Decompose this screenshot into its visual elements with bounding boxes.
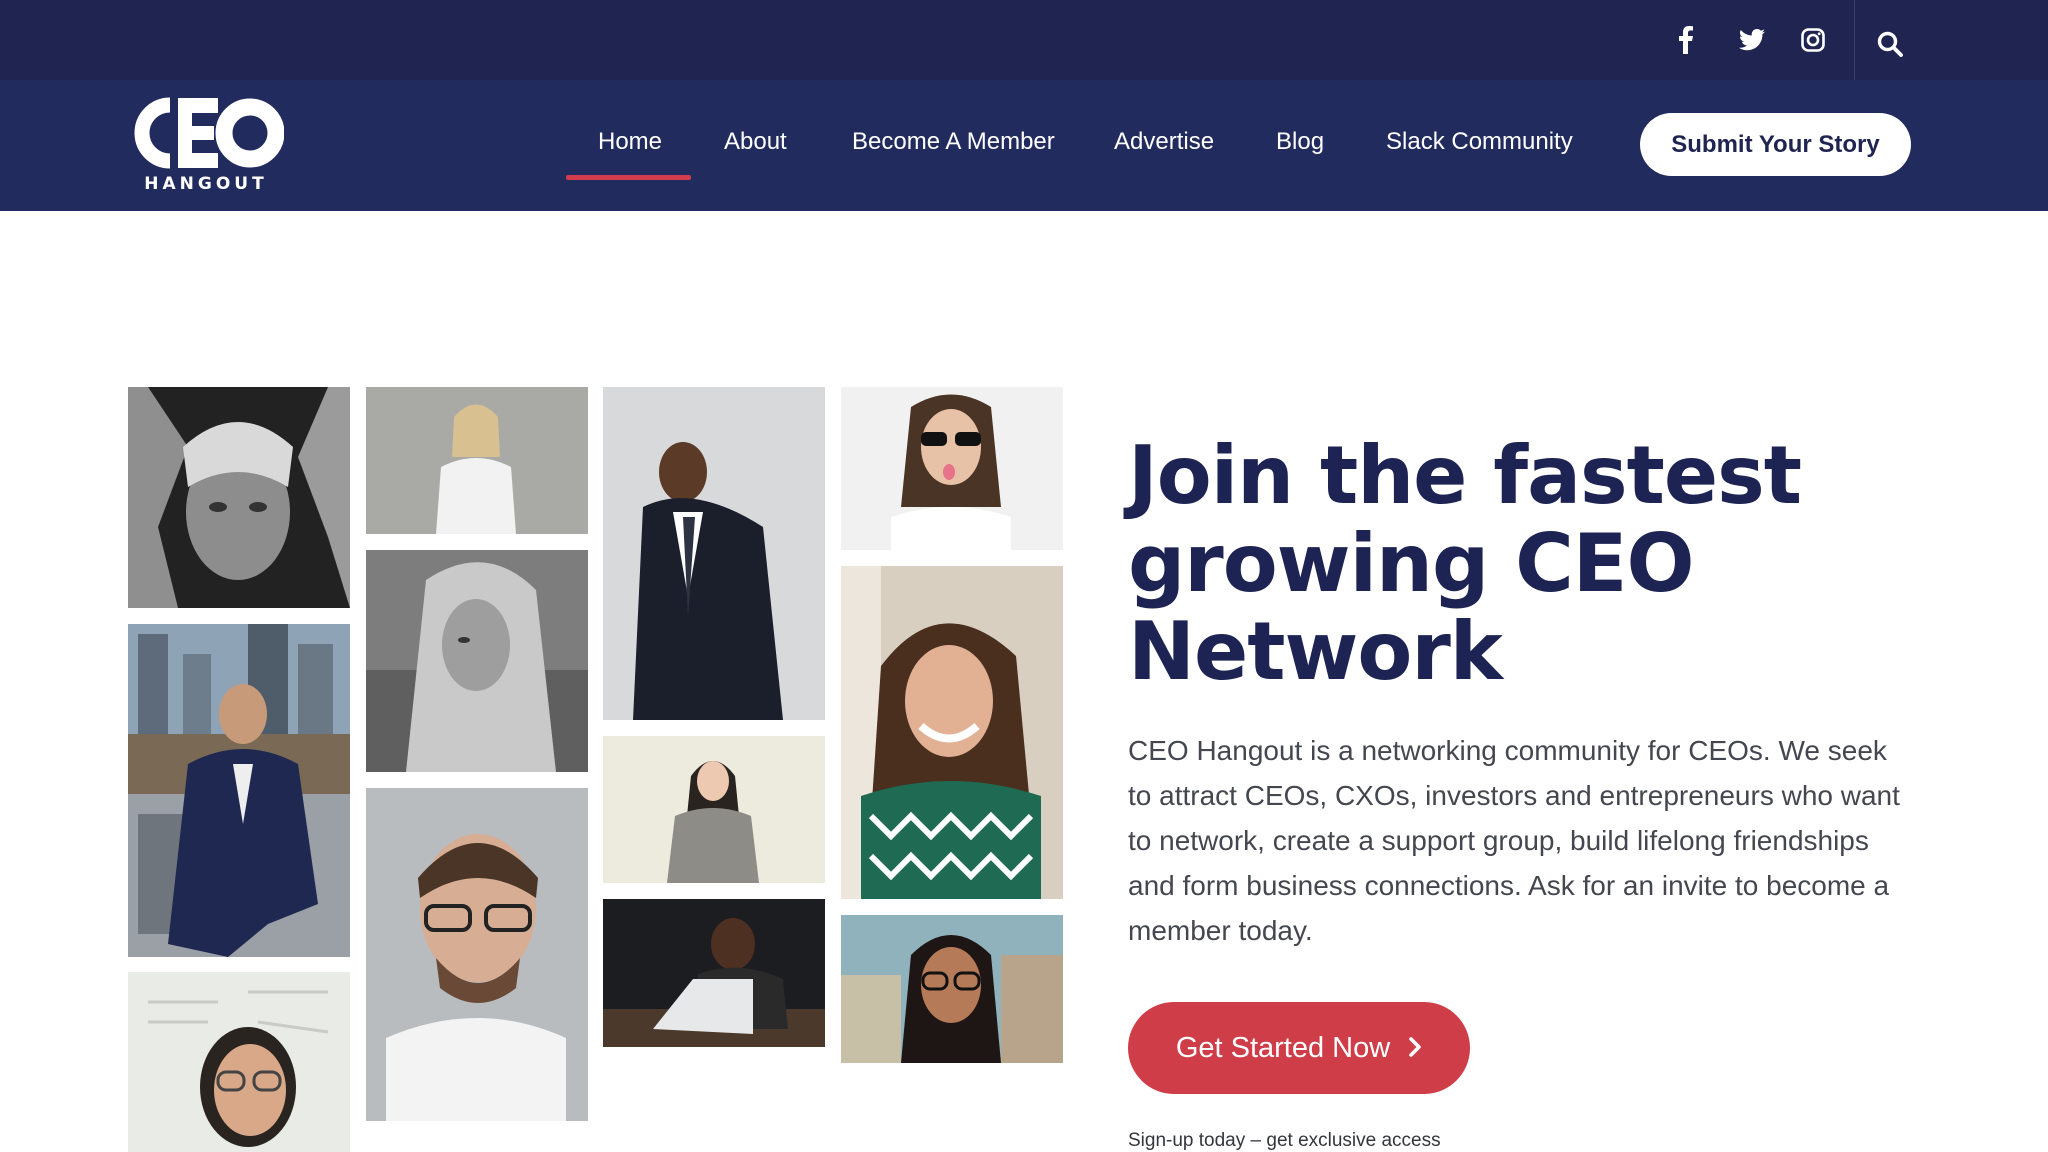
nav-slack-community[interactable]: Slack Community bbox=[1386, 122, 1573, 162]
nav-blog[interactable]: Blog bbox=[1276, 122, 1324, 162]
hero-headline: Join the fastest growing CEO Network bbox=[1128, 432, 1948, 696]
topbar-divider bbox=[1854, 0, 1855, 80]
get-started-label: Get Started Now bbox=[1175, 1032, 1391, 1064]
member-photo bbox=[366, 788, 588, 1121]
hero-headline-line: growing CEO bbox=[1128, 517, 1694, 610]
facebook-icon[interactable] bbox=[1670, 22, 1702, 58]
nav-home[interactable]: Home bbox=[598, 122, 662, 162]
member-photo bbox=[841, 915, 1063, 1063]
get-started-button[interactable]: Get Started Now bbox=[1128, 1002, 1470, 1094]
twitter-icon[interactable] bbox=[1734, 22, 1770, 58]
member-photo bbox=[366, 550, 588, 772]
member-photo bbox=[841, 566, 1063, 899]
nav-become-a-member[interactable]: Become A Member bbox=[852, 122, 1055, 162]
member-photo bbox=[128, 624, 350, 957]
signup-note: Sign-up today – get exclusive access bbox=[1128, 1130, 1441, 1151]
nav-advertise[interactable]: Advertise bbox=[1114, 122, 1214, 162]
hero-headline-line: Join the fastest bbox=[1128, 429, 1802, 522]
member-photo bbox=[366, 387, 588, 534]
active-nav-indicator bbox=[566, 175, 691, 180]
member-photo bbox=[128, 387, 350, 608]
member-photo bbox=[128, 972, 350, 1152]
instagram-icon[interactable] bbox=[1797, 22, 1829, 58]
member-photo bbox=[603, 899, 825, 1047]
member-photo bbox=[841, 387, 1063, 550]
search-icon[interactable] bbox=[1874, 26, 1906, 62]
member-photo bbox=[603, 736, 825, 883]
hero-description: CEO Hangout is a networking community fo… bbox=[1128, 735, 1900, 946]
member-photo bbox=[603, 387, 825, 720]
submit-your-story-button[interactable]: Submit Your Story bbox=[1640, 113, 1911, 176]
logo-subtitle: HANGOUT bbox=[144, 174, 268, 194]
nav-about[interactable]: About bbox=[724, 122, 787, 162]
chevron-right-icon bbox=[1408, 1032, 1422, 1065]
hero-headline-line: Network bbox=[1128, 605, 1503, 698]
